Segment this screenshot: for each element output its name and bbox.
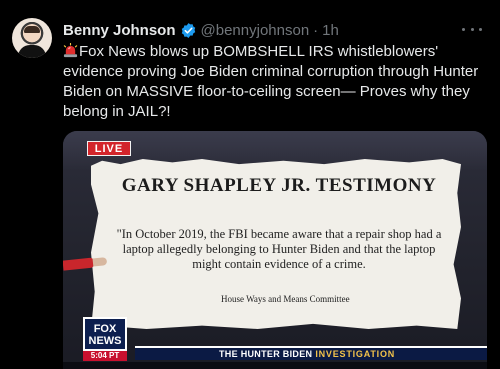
verified-badge-icon[interactable] <box>180 22 197 39</box>
tweet-media-image[interactable]: GARY SHAPLEY JR. TESTIMONY "In October 2… <box>63 131 487 369</box>
tweet-text: Fox News blows up BOMBSHELL IRS whistleb… <box>63 43 479 120</box>
document-quote: "In October 2019, the FBI became aware t… <box>116 227 442 271</box>
separator-dot: · <box>313 21 319 39</box>
live-badge: LIVE <box>87 141 131 156</box>
chyron-accent: INVESTIGATION <box>315 349 396 359</box>
document-title: GARY SHAPLEY JR. TESTIMONY <box>121 175 437 196</box>
fox-news-logo: FOX NEWS 5:04 PT <box>83 317 127 361</box>
chyron-main: THE HUNTER BIDEN <box>219 349 313 359</box>
chyron-bar: THE HUNTER BIDEN INVESTIGATION <box>135 346 487 360</box>
avatar-shirt <box>18 45 46 58</box>
broadcast-clock: 5:04 PT <box>83 351 127 361</box>
logo-line-1: FOX <box>93 323 117 335</box>
author-name[interactable]: Benny Johnson <box>63 22 176 39</box>
tweet[interactable]: Benny Johnson @bennyjohnson · 1h Fox New… <box>0 0 500 369</box>
document-source: House Ways and Means Committee <box>221 294 350 304</box>
timestamp[interactable]: 1h <box>322 22 339 39</box>
testimony-document: GARY SHAPLEY JR. TESTIMONY "In October 2… <box>91 159 461 329</box>
siren-emoji-icon <box>63 42 78 58</box>
author-handle[interactable]: @bennyjohnson <box>201 22 310 39</box>
avatar-hair <box>24 26 40 33</box>
fox-news-logo-box: FOX NEWS <box>83 317 127 351</box>
bottom-strip <box>63 362 487 369</box>
tweet-text-container: Fox News blows up BOMBSHELL IRS whistleb… <box>63 42 483 122</box>
tweet-header: Benny Johnson @bennyjohnson · 1h <box>63 20 339 40</box>
more-options-icon[interactable] <box>462 20 482 38</box>
logo-line-2: NEWS <box>88 335 122 347</box>
presenter-hand <box>63 257 96 271</box>
avatar[interactable] <box>12 18 52 58</box>
